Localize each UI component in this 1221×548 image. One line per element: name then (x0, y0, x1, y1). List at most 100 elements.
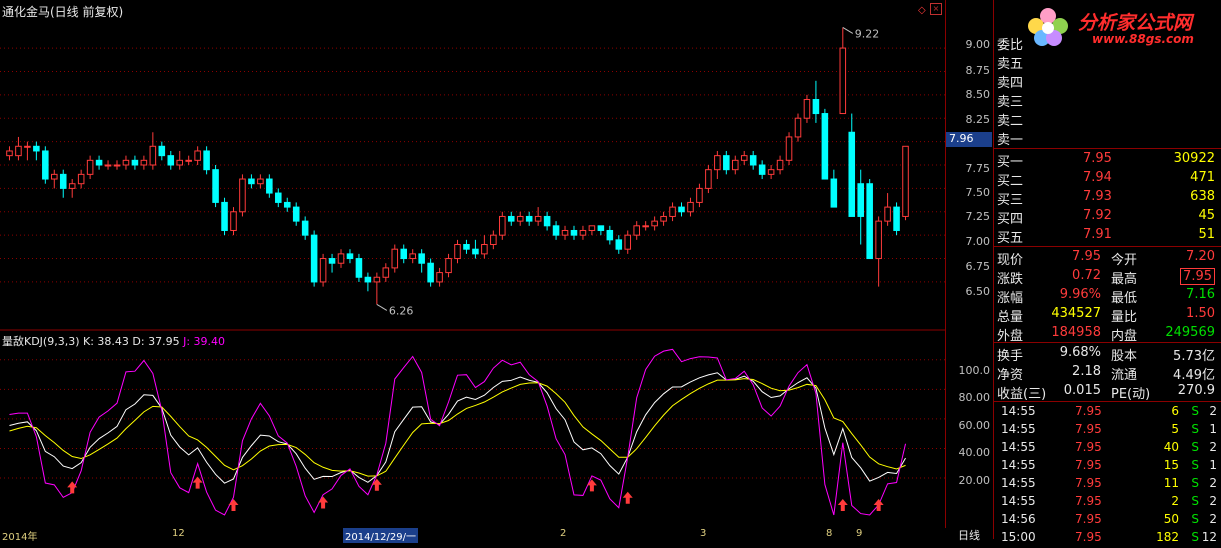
candle[interactable] (660, 215, 667, 222)
candle[interactable] (740, 155, 748, 161)
candle[interactable] (257, 178, 264, 185)
candle[interactable] (194, 150, 201, 161)
candle[interactable] (561, 229, 569, 236)
candle[interactable] (543, 215, 551, 227)
candle[interactable] (490, 234, 497, 246)
candle[interactable] (149, 145, 157, 166)
candle[interactable] (696, 187, 703, 203)
candle[interactable] (409, 253, 416, 260)
candle[interactable] (328, 258, 336, 264)
diamond-icon[interactable]: ◇ (918, 5, 926, 16)
candle[interactable] (51, 173, 58, 180)
candle[interactable] (427, 262, 434, 283)
candle[interactable] (516, 215, 524, 222)
candle[interactable] (669, 206, 676, 217)
candle[interactable] (794, 117, 802, 138)
candle[interactable] (391, 248, 399, 269)
candlestick-chart[interactable]: 9.22 6.26 (0, 0, 945, 528)
candle[interactable] (525, 215, 533, 222)
candle[interactable] (436, 272, 443, 283)
candle[interactable] (579, 229, 587, 236)
candle[interactable] (122, 159, 130, 166)
candle[interactable] (902, 145, 909, 217)
candle[interactable] (275, 192, 282, 203)
candle[interactable] (767, 169, 775, 175)
buy-level-row[interactable]: 买一 7.95 30922 (995, 150, 1219, 170)
candle[interactable] (6, 150, 13, 157)
candle[interactable] (552, 225, 560, 236)
candle[interactable] (776, 159, 784, 171)
candle[interactable] (355, 258, 363, 278)
candle[interactable] (77, 173, 85, 185)
candle[interactable] (283, 201, 291, 208)
candle[interactable] (472, 248, 479, 255)
candle[interactable] (651, 220, 658, 227)
candle[interactable] (803, 99, 811, 119)
candle[interactable] (830, 178, 838, 208)
candle[interactable] (59, 173, 67, 189)
candle[interactable] (176, 159, 184, 166)
candle[interactable] (212, 169, 219, 203)
candle[interactable] (454, 244, 461, 260)
candle[interactable] (167, 155, 175, 166)
candle[interactable] (875, 220, 882, 260)
candle[interactable] (812, 99, 820, 115)
candle[interactable] (499, 215, 506, 236)
candle[interactable] (848, 131, 856, 217)
buy-level-row[interactable]: 买三 7.93 638 (995, 188, 1219, 208)
candle[interactable] (131, 159, 139, 166)
candle[interactable] (113, 164, 121, 167)
candle[interactable] (292, 206, 300, 222)
candle[interactable] (534, 215, 542, 222)
candle[interactable] (68, 183, 76, 189)
candle[interactable] (86, 159, 94, 175)
candle[interactable] (266, 178, 273, 194)
candle[interactable] (221, 201, 228, 231)
candle[interactable] (301, 220, 309, 236)
candle[interactable] (857, 183, 864, 217)
candle[interactable] (310, 234, 318, 283)
candle[interactable] (884, 206, 891, 222)
candle[interactable] (507, 215, 515, 222)
candle[interactable] (337, 253, 345, 264)
candle[interactable] (364, 276, 372, 283)
candle[interactable] (839, 47, 847, 115)
candle[interactable] (158, 145, 166, 157)
candle[interactable] (346, 253, 354, 260)
candle[interactable] (785, 136, 793, 161)
candle[interactable] (821, 113, 829, 180)
candle[interactable] (185, 159, 192, 162)
candle[interactable] (687, 201, 694, 213)
candle[interactable] (140, 159, 148, 166)
close-icon[interactable]: × (930, 3, 942, 15)
candle[interactable] (418, 253, 425, 264)
candle[interactable] (642, 225, 649, 228)
candle[interactable] (633, 225, 640, 236)
candle[interactable] (463, 244, 470, 250)
candle[interactable] (481, 244, 488, 255)
buy-level-row[interactable]: 买二 7.94 471 (995, 169, 1219, 189)
buy-level-row[interactable]: 买五 7.91 51 (995, 226, 1219, 246)
candle[interactable] (400, 248, 408, 260)
candle[interactable] (606, 229, 614, 241)
candle[interactable] (723, 155, 730, 171)
candle[interactable] (373, 276, 381, 283)
candle[interactable] (893, 206, 900, 231)
candle[interactable] (230, 211, 237, 231)
candle[interactable] (705, 169, 712, 189)
candle[interactable] (203, 150, 210, 171)
candle[interactable] (239, 178, 246, 213)
candle[interactable] (615, 239, 623, 250)
candle[interactable] (382, 267, 390, 278)
candle[interactable] (731, 159, 739, 171)
candle[interactable] (33, 145, 40, 152)
candle[interactable] (714, 155, 721, 171)
candle[interactable] (597, 225, 605, 231)
candle[interactable] (678, 206, 685, 213)
candle[interactable] (42, 150, 49, 180)
candle[interactable] (15, 145, 22, 157)
candle[interactable] (749, 155, 757, 166)
candle[interactable] (866, 183, 873, 260)
candle[interactable] (24, 145, 31, 148)
candle[interactable] (319, 258, 327, 283)
